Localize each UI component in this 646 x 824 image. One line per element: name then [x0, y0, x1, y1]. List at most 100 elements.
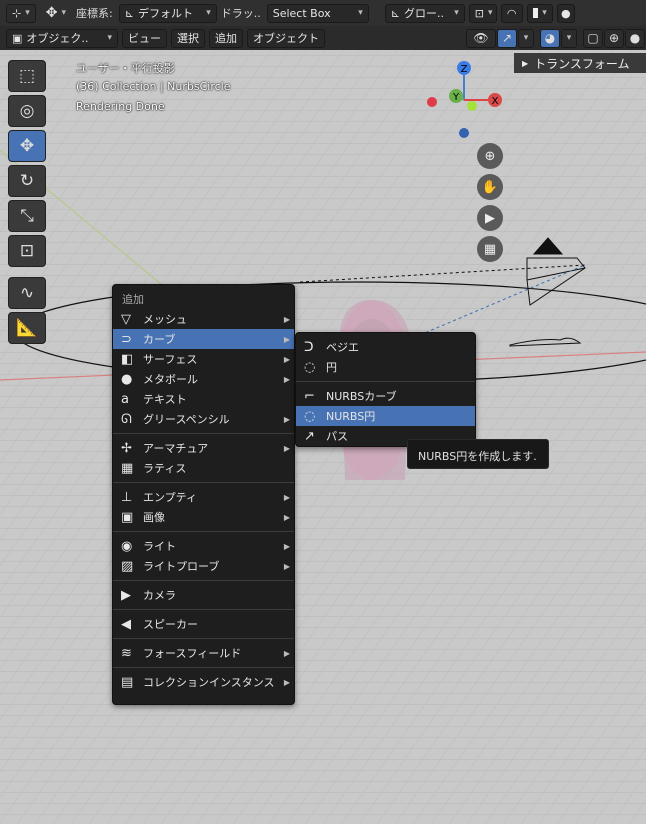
orientation-dropdown[interactable]: ⊾ グロー.. ▾ — [384, 3, 465, 23]
visibility-button[interactable]: 👁 — [466, 28, 496, 48]
force-field-icon: ≋ — [121, 645, 132, 661]
cursor-tool[interactable]: ◎ — [8, 95, 46, 127]
annotate-tool[interactable]: ∿ — [8, 277, 46, 309]
submenu-arrow-icon: ▶ — [283, 541, 290, 551]
coord-label: 座標系: — [76, 7, 113, 20]
menu-item-bezier[interactable]: ᑐ ベジエ — [296, 337, 475, 357]
menu-separator — [113, 609, 294, 610]
menu-item-light-probe[interactable]: ▨ ライトプローブ ▶ — [113, 556, 294, 576]
menu-object[interactable]: オブジェクト — [247, 28, 325, 48]
menu-item-surface[interactable]: ◧ サーフェス ▶ — [113, 349, 294, 369]
submenu-arrow-icon: ▶ — [283, 492, 290, 502]
submenu-arrow-icon: ▶ — [283, 314, 290, 324]
ortho-toggle-button[interactable]: ▦ — [477, 236, 503, 262]
empty-icon: ⊥ — [121, 489, 133, 505]
snap-icon: ⊡ — [474, 6, 484, 20]
menu-item-mesh[interactable]: ▽ メッシュ ▶ — [113, 309, 294, 329]
viewport-render-status: Rendering Done — [76, 100, 165, 113]
menu-item-light[interactable]: ◉ ライト ▶ — [113, 536, 294, 556]
gizmo-neg-y[interactable] — [467, 101, 477, 111]
overlay-color-button[interactable]: ▾ — [526, 3, 553, 23]
menu-item-label: フォースフィールド — [143, 647, 242, 660]
npanel-transform-tab[interactable]: ▶ トランスフォーム — [514, 53, 646, 73]
pan-button[interactable]: ✋ — [477, 174, 503, 200]
rotate-tool[interactable]: ↻ — [8, 165, 46, 197]
transform-orientation-button[interactable]: ✥ ▾ — [40, 4, 72, 23]
gizmo-toggle[interactable]: ↗ — [497, 28, 517, 48]
menu-item-label: エンプティ — [143, 491, 198, 504]
move-tool[interactable]: ✥ — [8, 130, 46, 162]
menu-item-text[interactable]: a テキスト — [113, 389, 294, 409]
light-probe-icon: ▨ — [121, 558, 134, 574]
menu-item-label: ライトプローブ — [143, 560, 220, 573]
orientation-icon: ⊾ — [390, 6, 400, 20]
hand-icon: ✋ — [481, 179, 499, 195]
snap-button[interactable]: ⊡ ▾ — [468, 3, 497, 23]
wireframe-shading-button[interactable]: ⊕ — [604, 28, 624, 48]
menu-item-empty[interactable]: ⊥ エンプティ ▶ — [113, 487, 294, 507]
submenu-arrow-icon: ▶ — [283, 561, 290, 571]
menu-item-grease-pencil[interactable]: ᘏ グリースペンシル ▶ — [113, 409, 294, 429]
mode-dropdown[interactable]: ▣ オブジェク.. ▾ — [6, 28, 118, 48]
image-icon: ▣ — [121, 509, 134, 525]
transform-tool[interactable]: ⊡ — [8, 235, 46, 267]
drag-dropdown[interactable]: Select Box ▾ — [266, 3, 369, 23]
gizmo-neg-z[interactable] — [459, 128, 469, 138]
gizmo-dropdown[interactable]: ▾ — [518, 28, 534, 48]
measure-tool[interactable]: 📐 — [8, 312, 46, 344]
menu-item-label: テキスト — [143, 393, 187, 406]
zoom-button[interactable]: ⊕ — [477, 143, 503, 169]
menu-item-collection-instance[interactable]: ▤ コレクションインスタンス ▶ — [113, 672, 294, 692]
move-icon: ✥ — [19, 136, 35, 156]
eye-icon: 👁 — [473, 31, 489, 45]
menu-item-metaball[interactable]: ● メタボール ▶ — [113, 369, 294, 389]
light-icon: ◉ — [121, 538, 133, 554]
nurbs-curve-icon: ⌐ — [304, 388, 315, 404]
proportional-icon: ◠ — [506, 6, 517, 20]
record-button[interactable]: ● — [556, 3, 575, 23]
coord-icon: ⊾ — [124, 6, 134, 20]
add-menu-title: 追加 — [122, 293, 144, 306]
gizmo-neg-x[interactable] — [427, 97, 437, 107]
cursor-icon: ◎ — [19, 101, 35, 121]
scale-tool[interactable]: ⤡ — [8, 200, 46, 232]
menu-item-force-field[interactable]: ≋ フォースフィールド ▶ — [113, 643, 294, 663]
solid-shading-button[interactable]: ● — [625, 28, 645, 48]
navigation-gizmo[interactable]: Z X Y — [420, 56, 510, 146]
menu-item-camera[interactable]: ▶ カメラ — [113, 585, 294, 605]
menu-item-lattice[interactable]: ▦ ラティス — [113, 458, 294, 478]
submenu-arrow-icon: ▶ — [283, 334, 290, 344]
menu-item-nurbs-circle[interactable]: ◌ NURBS円 — [296, 406, 475, 426]
menu-item-label: カメラ — [143, 589, 176, 602]
pivot-button[interactable]: ⊹ ▾ — [6, 3, 36, 23]
nurbs-circle-icon: ◌ — [304, 408, 316, 424]
menu-item-label: 画像 — [143, 511, 165, 524]
select-box-tool[interactable]: ⬚ — [8, 60, 46, 92]
annotate-icon: ∿ — [19, 283, 35, 303]
camera-view-button[interactable]: ▶ — [477, 205, 503, 231]
xray-button[interactable]: ▢ — [583, 28, 603, 48]
menu-view[interactable]: ビュー — [122, 28, 167, 48]
submenu-arrow-icon: ▶ — [283, 374, 290, 384]
menu-item-image[interactable]: ▣ 画像 ▶ — [113, 507, 294, 527]
dot-icon: ● — [560, 6, 571, 20]
menu-item-speaker[interactable]: ◀ スピーカー — [113, 614, 294, 634]
menu-item-curve[interactable]: ⊃ カーブ ▶ — [113, 329, 294, 349]
proportional-button[interactable]: ◠ — [500, 3, 523, 23]
menu-item-label: スピーカー — [143, 618, 198, 631]
menu-item-nurbs-curve[interactable]: ⌐ NURBSカーブ — [296, 386, 475, 406]
xray-icon: ▢ — [587, 31, 599, 45]
transform-icon: ⊡ — [19, 241, 35, 261]
overlay-dropdown[interactable]: ▾ — [561, 28, 577, 48]
3d-viewport[interactable]: ⊹ ▾ ✥ ▾ 座標系: ⊾ デフォルト ▾ ドラッ.. Select Box ▾ ⊾ グロ… — [0, 0, 646, 824]
coord-dropdown[interactable]: ⊾ デフォルト ▾ — [118, 3, 217, 23]
menu-separator — [296, 381, 475, 382]
surface-icon: ◧ — [121, 351, 134, 367]
menu-select[interactable]: 選択 — [171, 28, 205, 48]
menu-item-circle-curve[interactable]: ◌ 円 — [296, 357, 475, 377]
solid-icon: ● — [629, 31, 641, 45]
camera-icon: ▶ — [121, 587, 131, 603]
overlay-toggle[interactable]: ◕ — [540, 28, 560, 48]
menu-add[interactable]: 追加 — [209, 28, 243, 48]
menu-item-armature[interactable]: ✢ アーマチュア ▶ — [113, 438, 294, 458]
